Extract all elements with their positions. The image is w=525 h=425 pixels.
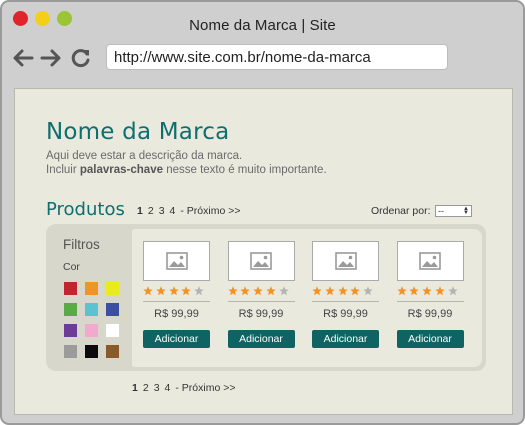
card-divider (143, 301, 210, 302)
color-swatch[interactable] (106, 345, 119, 358)
sort-label: Ordenar por: (371, 205, 431, 217)
products-title: Produtos (46, 199, 125, 220)
pagination-bottom-next-link[interactable]: - Próximo >> (175, 382, 235, 394)
star-filled-icon (350, 286, 361, 296)
image-placeholder-icon[interactable] (143, 241, 210, 281)
star-filled-icon (325, 286, 335, 296)
color-swatch[interactable] (106, 324, 119, 337)
star-filled-icon (435, 286, 445, 296)
add-to-cart-button[interactable]: Adicionar (143, 330, 210, 348)
page-content: Nome da Marca Aqui deve estar a descriçã… (14, 88, 513, 415)
product-card: R$ 99,99 Adicionar (312, 241, 380, 353)
color-swatch[interactable] (64, 345, 77, 358)
product-price: R$ 99,99 (238, 308, 284, 320)
image-placeholder-icon[interactable] (312, 241, 379, 281)
color-swatch[interactable] (64, 303, 77, 316)
arrow-right-icon[interactable] (40, 48, 62, 68)
card-divider (312, 301, 379, 302)
star-filled-icon (312, 286, 322, 296)
add-to-cart-button[interactable]: Adicionar (396, 330, 464, 348)
star-empty-icon (363, 286, 373, 296)
products-panel: Filtros Cor R$ 99,99 Adicionar R$ 99,99 Adi… (46, 224, 486, 371)
address-bar[interactable]: http://www.site.com.br/nome-da-marca (106, 44, 448, 70)
arrow-left-icon[interactable] (12, 48, 34, 68)
sort-select[interactable]: -- ▲ ▼ (435, 205, 472, 217)
star-filled-icon (266, 286, 276, 296)
color-swatch[interactable] (106, 282, 119, 295)
add-to-cart-button[interactable]: Adicionar (227, 330, 295, 348)
image-placeholder-icon[interactable] (227, 241, 295, 281)
pagination-top-page-3[interactable]: 3 (159, 205, 165, 217)
reload-icon[interactable] (70, 48, 92, 68)
star-rating (396, 286, 461, 298)
star-filled-icon (156, 286, 166, 296)
add-to-cart-button[interactable]: Adicionar (312, 330, 379, 348)
product-price: R$ 99,99 (323, 308, 368, 320)
star-filled-icon (240, 286, 250, 296)
star-empty-icon (278, 286, 289, 296)
star-filled-icon (422, 286, 432, 296)
pagination-top-page-4[interactable]: 4 (170, 205, 176, 217)
pagination-top-page-2[interactable]: 2 (148, 205, 154, 217)
star-filled-icon (337, 286, 348, 296)
card-divider (396, 301, 464, 302)
star-empty-icon (194, 286, 204, 296)
star-filled-icon (396, 286, 407, 296)
star-filled-icon (253, 286, 263, 296)
pagination-top-page-1[interactable]: 1 (137, 205, 143, 217)
image-placeholder-icon[interactable] (396, 241, 464, 281)
brand-description: Aqui deve estar a descrição da marca. (46, 150, 243, 162)
product-card: R$ 99,99 Adicionar (227, 241, 296, 353)
filters-title: Filtros (63, 237, 100, 252)
pagination-bottom-page-2[interactable]: 2 (143, 382, 149, 394)
product-price: R$ 99,99 (154, 308, 199, 320)
pagination-top: 1234 - Próximo >> (137, 205, 245, 217)
star-filled-icon (227, 286, 238, 296)
star-rating (312, 286, 376, 298)
star-rating (143, 286, 207, 298)
color-swatch[interactable] (85, 324, 98, 337)
product-price: R$ 99,99 (407, 308, 453, 320)
star-filled-icon (181, 286, 192, 296)
product-grid: R$ 99,99 Adicionar R$ 99,99 Adicionar R$ 99,… (132, 229, 482, 367)
brand-title: Nome da Marca (46, 119, 230, 145)
brand-description-keywords: Incluir palavras-chave nesse texto é mui… (46, 164, 327, 176)
product-card: R$ 99,99 Adicionar (143, 241, 211, 353)
select-arrows-icon: ▲ ▼ (463, 206, 469, 216)
product-card: R$ 99,99 Adicionar (396, 241, 465, 353)
star-filled-icon (143, 286, 153, 296)
sort-select-value: -- (438, 206, 444, 216)
browser-window: Nome da Marca | Site http://www.site.com… (0, 0, 525, 425)
star-filled-icon (168, 286, 179, 296)
pagination-bottom-page-1[interactable]: 1 (132, 382, 138, 394)
star-empty-icon (447, 286, 458, 296)
pagination-top-next-link[interactable]: - Próximo >> (180, 205, 240, 217)
pagination-bottom: 1234 - Próximo >> (132, 382, 240, 394)
pagination-bottom-page-4[interactable]: 4 (165, 382, 171, 394)
color-swatch[interactable] (64, 324, 77, 337)
window-title: Nome da Marca | Site (189, 17, 336, 34)
color-swatch[interactable] (85, 282, 98, 295)
pagination-bottom-page-3[interactable]: 3 (154, 382, 160, 394)
color-swatch[interactable] (106, 303, 119, 316)
card-divider (227, 301, 295, 302)
keywords-emphasis: palavras-chave (79, 164, 163, 176)
star-rating (227, 286, 292, 298)
star-filled-icon (409, 286, 419, 296)
color-filter-label: Cor (63, 261, 80, 273)
color-swatch[interactable] (85, 345, 98, 358)
color-swatch[interactable] (85, 303, 98, 316)
color-swatch[interactable] (64, 282, 77, 295)
